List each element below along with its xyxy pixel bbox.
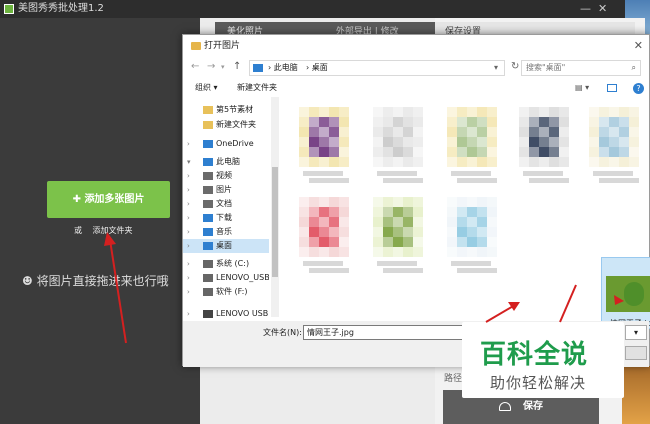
annotation-arrows xyxy=(104,232,624,344)
annotation-arrow xyxy=(109,239,127,344)
arrowhead xyxy=(614,295,624,305)
annotation-arrow xyxy=(559,284,577,323)
annotation-arrow xyxy=(485,304,516,323)
arrowhead xyxy=(508,302,520,311)
arrowhead xyxy=(104,232,116,246)
